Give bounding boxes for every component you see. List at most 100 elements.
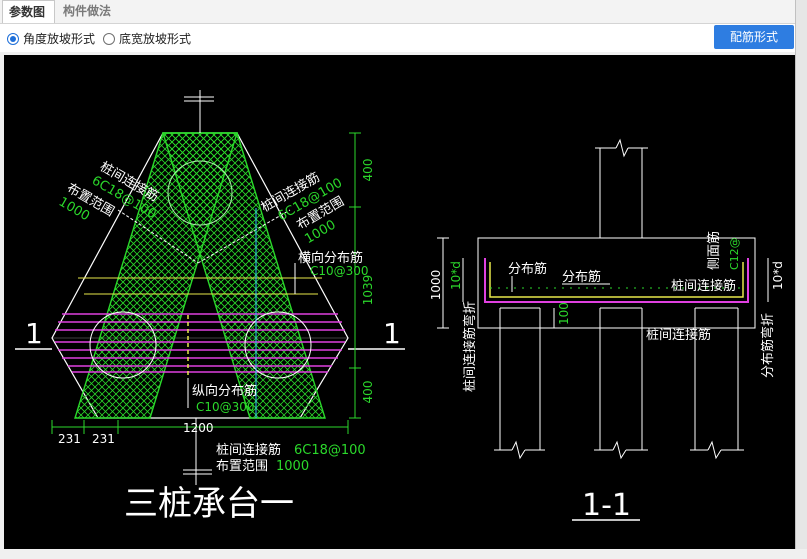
svg-text:1-1: 1-1 — [582, 488, 631, 523]
hatch-line — [461, 130, 751, 420]
hatch-line — [4, 130, 65, 420]
hatch-line — [4, 130, 79, 420]
hatch-line — [4, 130, 72, 420]
svg-text:231: 231 — [58, 432, 81, 446]
right-panel-edge — [795, 0, 807, 559]
angle-slope-label: 角度放坡形式 — [23, 32, 96, 46]
svg-text:分布筋: 分布筋 — [508, 261, 547, 277]
hatch-line — [4, 130, 9, 420]
width-slope-option[interactable]: 底宽放坡形式 — [103, 30, 191, 47]
right-pile-link-annotation: 桩间连接筋 6C18@100 布置范围 1000 — [258, 169, 347, 247]
svg-text:桩间连接筋弯折: 桩间连接筋弯折 — [462, 301, 478, 392]
hatch-line — [75, 133, 237, 418]
svg-text:10*d: 10*d — [771, 261, 785, 290]
hatch-line — [461, 130, 751, 420]
hatch-line — [75, 133, 94, 418]
hatch-line — [163, 133, 325, 418]
hatch-line — [4, 130, 51, 420]
hatch-line — [4, 130, 30, 420]
hatch-line — [461, 130, 751, 420]
radio-checked-icon[interactable] — [7, 32, 19, 45]
hatch-line — [257, 133, 325, 418]
hatch-line — [163, 133, 276, 418]
hatch-line — [75, 133, 171, 418]
svg-text:6C18@100: 6C18@100 — [294, 443, 366, 458]
hatch-line — [163, 133, 290, 418]
hatch-line — [163, 133, 171, 418]
svg-text:100: 100 — [557, 302, 571, 325]
hatch-line — [163, 133, 171, 418]
svg-text:C10@300: C10@300 — [196, 400, 255, 414]
hatch-line — [4, 130, 79, 420]
hatch-line — [356, 130, 646, 420]
hatch-line — [4, 130, 72, 420]
hatch-line — [4, 130, 65, 420]
angle-slope-option[interactable]: 角度放坡形式 — [7, 30, 95, 47]
hatch-line — [163, 133, 164, 418]
svg-text:布置范围: 布置范围 — [216, 459, 268, 474]
hatch-line — [4, 130, 9, 420]
svg-text:1200: 1200 — [183, 421, 214, 435]
hatch-line — [4, 130, 93, 420]
hatch-line — [4, 130, 37, 420]
tab-parameter-diagram[interactable]: 参数图 — [2, 0, 55, 23]
hatch-line — [4, 130, 23, 420]
svg-text:侧面筋: 侧面筋 — [706, 231, 722, 270]
hatch-line — [75, 133, 237, 418]
svg-text:1: 1 — [25, 317, 43, 350]
hatch-line — [75, 133, 185, 418]
svg-text:桩间连接筋: 桩间连接筋 — [216, 442, 281, 458]
svg-text:分布筋: 分布筋 — [562, 269, 601, 285]
hatch-line — [4, 130, 44, 420]
hatch-line — [356, 130, 646, 420]
hatch-line — [461, 130, 751, 420]
svg-text:桩间连接筋: 桩间连接筋 — [671, 278, 736, 294]
hatch-line — [4, 130, 65, 420]
hatch-line — [4, 130, 23, 420]
hatch-line — [4, 130, 30, 420]
hatch-line — [4, 130, 72, 420]
svg-text:纵向分布筋: 纵向分布筋 — [192, 383, 257, 399]
hatch-line — [75, 133, 237, 418]
hatch-line — [75, 133, 237, 418]
hatch-line — [163, 133, 185, 418]
hatch-line — [4, 130, 58, 420]
hatch-line — [356, 130, 646, 420]
hatch-line — [163, 133, 164, 418]
rebar-form-button[interactable]: 配筋形式 — [714, 25, 794, 49]
section-title: 1-1 — [572, 488, 640, 523]
hatch-line — [4, 130, 30, 420]
hatch-line — [75, 133, 237, 418]
tab-bar: 参数图 构件做法 — [0, 0, 800, 24]
hatch-line — [4, 130, 37, 420]
hatch-line — [163, 133, 290, 418]
plan-title: 三桩承台一 — [124, 484, 294, 524]
hatch-line — [4, 130, 9, 420]
hatch-line — [4, 130, 16, 420]
bottom-bar — [0, 549, 807, 559]
hatch-line — [163, 133, 325, 418]
hatch-line — [163, 133, 325, 418]
hatch-line — [163, 133, 325, 418]
section-cut-left: 1 — [15, 317, 52, 350]
hatch-line — [163, 133, 283, 418]
left-pile-link-annotation: 桩间连接筋 6C18@100 布置范围 1000 — [56, 159, 161, 225]
svg-text:1000: 1000 — [429, 270, 443, 301]
longitudinal-annotation: 纵向分布筋 C10@300 — [187, 378, 257, 414]
svg-text:1: 1 — [383, 317, 401, 350]
hatch-line — [4, 130, 23, 420]
hatch-line — [4, 130, 30, 420]
svg-text:10*d: 10*d — [449, 261, 463, 290]
hatch-line — [163, 133, 276, 418]
tab-component-method[interactable]: 构件做法 — [57, 0, 122, 23]
hatch-line — [75, 133, 185, 418]
hatch-line — [75, 133, 80, 418]
svg-text:400: 400 — [361, 159, 375, 182]
slope-options-bar: 角度放坡形式 底宽放坡形式 — [0, 24, 800, 52]
section-cut-right: 1 — [348, 317, 405, 350]
width-slope-label: 底宽放坡形式 — [119, 32, 192, 46]
svg-text:231: 231 — [92, 432, 115, 446]
hatch-line — [4, 130, 58, 420]
svg-text:1000: 1000 — [276, 459, 309, 474]
radio-unchecked-icon[interactable] — [103, 32, 115, 45]
